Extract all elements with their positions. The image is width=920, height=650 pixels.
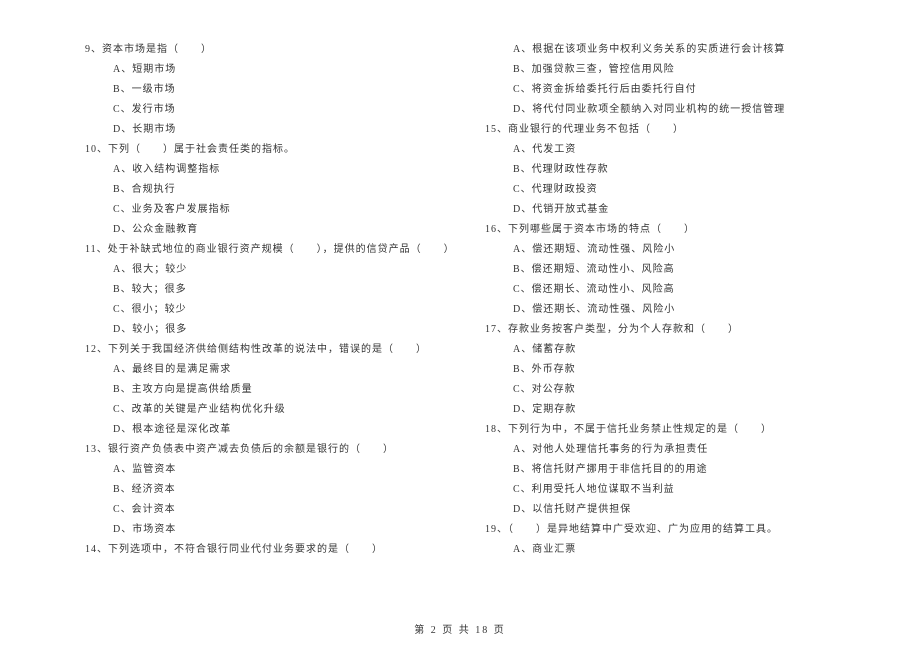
option-text: A、短期市场 (85, 60, 455, 80)
option-text: C、对公存款 (485, 380, 855, 400)
option-text: B、将信托财产挪用于非信托目的的用途 (485, 460, 855, 480)
question-text: 15、商业银行的代理业务不包括（ ） (485, 120, 855, 140)
option-text: A、偿还期短、流动性强、风险小 (485, 240, 855, 260)
option-text: C、改革的关键是产业结构优化升级 (85, 400, 455, 420)
option-text: A、储蓄存款 (485, 340, 855, 360)
option-text: C、代理财政投资 (485, 180, 855, 200)
option-text: D、偿还期长、流动性强、风险小 (485, 300, 855, 320)
option-text: D、市场资本 (85, 520, 455, 540)
right-column: A、根据在该项业务中权利义务关系的实质进行会计核算 B、加强贷款三查，管控信用风… (485, 40, 855, 560)
option-text: B、经济资本 (85, 480, 455, 500)
option-text: D、较小；很多 (85, 320, 455, 340)
document-page: 9、资本市场是指（ ） A、短期市场 B、一级市场 C、发行市场 D、长期市场 … (0, 0, 920, 590)
question-text: 18、下列行为中，不属于信托业务禁止性规定的是（ ） (485, 420, 855, 440)
page-footer: 第 2 页 共 18 页 (0, 621, 920, 636)
option-text: D、以信托财产提供担保 (485, 500, 855, 520)
option-text: A、很大；较少 (85, 260, 455, 280)
option-text: D、长期市场 (85, 120, 455, 140)
question-text: 14、下列选项中，不符合银行同业代付业务要求的是（ ） (85, 540, 455, 560)
question-text: 17、存款业务按客户类型，分为个人存款和（ ） (485, 320, 855, 340)
option-text: D、定期存款 (485, 400, 855, 420)
option-text: B、较大；很多 (85, 280, 455, 300)
question-text: 10、下列（ ）属于社会责任类的指标。 (85, 140, 455, 160)
option-text: B、一级市场 (85, 80, 455, 100)
question-text: 19、（ ）是异地结算中广受欢迎、广为应用的结算工具。 (485, 520, 855, 540)
option-text: B、加强贷款三查，管控信用风险 (485, 60, 855, 80)
option-text: C、会计资本 (85, 500, 455, 520)
option-text: D、公众金融教育 (85, 220, 455, 240)
option-text: B、合规执行 (85, 180, 455, 200)
question-text: 9、资本市场是指（ ） (85, 40, 455, 60)
option-text: C、偿还期长、流动性小、风险高 (485, 280, 855, 300)
question-text: 12、下列关于我国经济供给侧结构性改革的说法中，错误的是（ ） (85, 340, 455, 360)
option-text: C、利用受托人地位谋取不当利益 (485, 480, 855, 500)
option-text: A、根据在该项业务中权利义务关系的实质进行会计核算 (485, 40, 855, 60)
option-text: D、代销开放式基金 (485, 200, 855, 220)
option-text: A、代发工资 (485, 140, 855, 160)
option-text: B、代理财政性存款 (485, 160, 855, 180)
option-text: A、监管资本 (85, 460, 455, 480)
option-text: B、主攻方向是提高供给质量 (85, 380, 455, 400)
question-text: 11、处于补缺式地位的商业银行资产规模（ ），提供的信贷产品（ ） (85, 240, 455, 260)
option-text: B、外币存款 (485, 360, 855, 380)
question-text: 13、银行资产负债表中资产减去负债后的余额是银行的（ ） (85, 440, 455, 460)
option-text: C、将资金拆给委托行后由委托行自付 (485, 80, 855, 100)
option-text: A、对他人处理信托事务的行为承担责任 (485, 440, 855, 460)
option-text: A、最终目的是满足需求 (85, 360, 455, 380)
option-text: A、收入结构调整指标 (85, 160, 455, 180)
option-text: D、将代付同业款项全额纳入对同业机构的统一授信管理 (485, 100, 855, 120)
option-text: C、发行市场 (85, 100, 455, 120)
option-text: A、商业汇票 (485, 540, 855, 560)
option-text: C、很小；较少 (85, 300, 455, 320)
option-text: B、偿还期短、流动性小、风险高 (485, 260, 855, 280)
question-text: 16、下列哪些属于资本市场的特点（ ） (485, 220, 855, 240)
option-text: D、根本途径是深化改革 (85, 420, 455, 440)
option-text: C、业务及客户发展指标 (85, 200, 455, 220)
left-column: 9、资本市场是指（ ） A、短期市场 B、一级市场 C、发行市场 D、长期市场 … (85, 40, 455, 560)
